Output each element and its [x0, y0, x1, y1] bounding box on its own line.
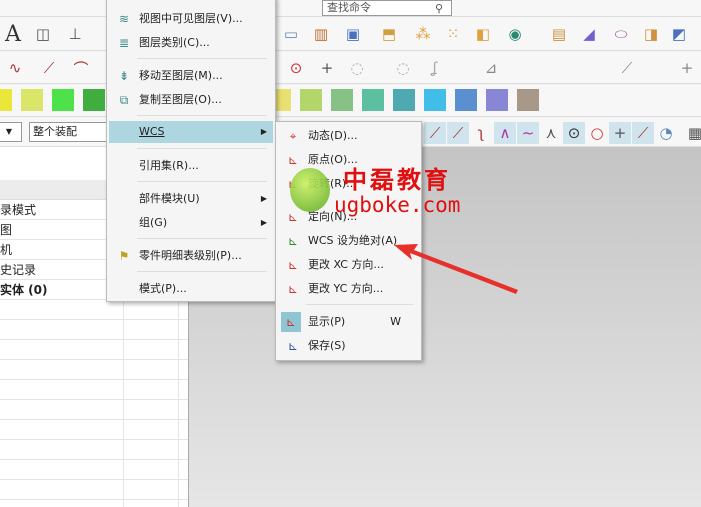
arrow-shape — [394, 244, 518, 294]
red-arrow-annotation — [394, 244, 518, 294]
